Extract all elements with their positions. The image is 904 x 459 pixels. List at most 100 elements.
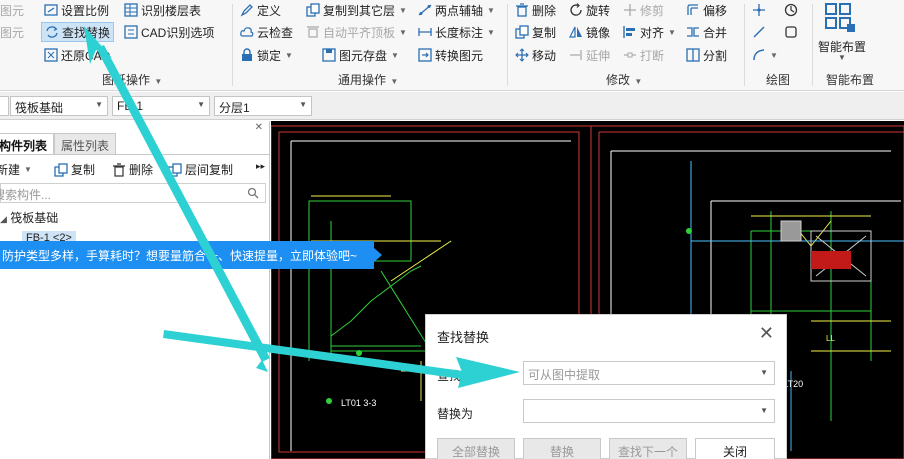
caret-down-icon: ◢ xyxy=(0,214,7,224)
component-select[interactable]: FB-1 ▼ xyxy=(112,96,210,116)
convert-icon xyxy=(418,48,432,62)
axis-icon xyxy=(418,3,432,17)
replace-all-button[interactable]: 全部替换 xyxy=(437,438,515,459)
component-search-input[interactable]: 搜索构件... xyxy=(0,183,266,203)
tree-node-raft-foundation[interactable]: ◢ 筏板基础 xyxy=(0,209,58,226)
two-point-axis-button[interactable]: 两点辅轴 ▼ xyxy=(418,0,495,20)
break-button[interactable]: 打断 xyxy=(623,45,664,65)
new-button[interactable]: 新建 ▼ xyxy=(0,161,32,178)
dropdown-arrow-icon: ▼ xyxy=(399,5,407,15)
close-button[interactable]: 关闭 xyxy=(695,438,775,459)
set-scale-button[interactable]: 设置比例 xyxy=(44,0,109,20)
draw-arc-button[interactable]: ▼ xyxy=(752,45,778,65)
cloud-check-button[interactable]: 云检查 xyxy=(240,22,293,42)
banner-pointer xyxy=(374,248,382,262)
promo-banner[interactable]: 防护类型多样，手算耗时？想要量筋合一、快速提量，立即体验吧~ xyxy=(0,241,374,269)
copy-icon xyxy=(515,25,529,39)
split-button[interactable]: 分割 xyxy=(686,45,727,65)
draw-rotate-point-button[interactable] xyxy=(784,0,798,20)
copy-button[interactable]: 复制 xyxy=(515,22,556,42)
move-button[interactable]: 移动 xyxy=(515,45,556,65)
break-icon xyxy=(623,48,637,62)
element-button-mid[interactable]: 图元 xyxy=(0,22,24,42)
cad-options-icon xyxy=(124,25,138,39)
copy-between-floors-button[interactable]: 层间复制 xyxy=(168,161,233,178)
restore-cad-icon xyxy=(44,48,58,62)
length-dim-icon xyxy=(418,25,432,39)
layer-select[interactable]: 分层1 ▼ xyxy=(214,96,312,116)
merge-button[interactable]: 合并 xyxy=(686,22,727,42)
rotate-button[interactable]: 旋转 xyxy=(569,0,610,20)
auto-align-top-button[interactable]: 自动平齐顶板 ▼ xyxy=(306,22,407,42)
chevron-down-icon: ▼ xyxy=(95,100,103,109)
find-label: 查找内容 xyxy=(437,369,486,383)
delete-component-button[interactable]: 删除 xyxy=(112,161,153,178)
ribbon: 图元 设置比例 识别楼层表 定义 复制到其它层 ▼ 两点辅轴 ▼ 删除 旋转 修剪 … xyxy=(0,0,904,91)
draw-line-button[interactable] xyxy=(752,22,766,42)
find-next-button[interactable]: 查找下一个 xyxy=(609,438,687,459)
cad-label-ll: LL xyxy=(826,334,835,343)
tab-component-list[interactable]: 构件列表 xyxy=(0,133,55,155)
convert-element-button[interactable]: 转换图元 xyxy=(418,45,483,65)
mirror-button[interactable]: 镜像 xyxy=(569,22,610,42)
find-input[interactable]: 可从图中提取 ▼ xyxy=(523,361,775,385)
define-button[interactable]: 定义 xyxy=(240,0,281,20)
offset-button[interactable]: 偏移 xyxy=(686,0,727,20)
length-dimension-button[interactable]: 长度标注 ▼ xyxy=(418,22,495,42)
align-button[interactable]: 对齐 ▼ xyxy=(623,22,676,42)
delete-icon xyxy=(515,3,529,17)
save-element-button[interactable]: 图元存盘 ▼ xyxy=(322,45,399,65)
lock-button[interactable]: 锁定 ▼ xyxy=(240,45,293,65)
close-icon[interactable]: ✕ xyxy=(759,323,774,344)
copy-component-button[interactable]: 复制 xyxy=(54,161,95,178)
copy-to-other-layer-button[interactable]: 复制到其它层 ▼ xyxy=(306,0,407,20)
split-icon xyxy=(686,48,700,62)
search-icon[interactable] xyxy=(247,187,259,202)
more-tools-icon[interactable]: ▸▸ xyxy=(256,161,265,172)
rotate-icon xyxy=(569,3,583,17)
replace-label: 替换为 xyxy=(437,407,474,421)
rectangle-icon xyxy=(784,25,798,39)
replace-input[interactable]: ▼ xyxy=(523,399,775,423)
identify-floor-table-button[interactable]: 识别楼层表 xyxy=(124,0,201,20)
cad-options-button[interactable]: CAD识别选项 xyxy=(124,22,214,42)
define-icon xyxy=(240,3,254,17)
find-replace-button[interactable]: 查找替换 xyxy=(41,22,115,42)
lock-icon xyxy=(240,48,254,62)
dropdown-arrow-icon: ▼ xyxy=(399,27,407,37)
group-separator xyxy=(507,4,508,86)
delete-button[interactable]: 删除 xyxy=(515,0,556,20)
chevron-down-icon[interactable]: ▼ xyxy=(760,406,768,415)
draw-point-button[interactable] xyxy=(752,0,766,20)
trim-button[interactable]: 修剪 xyxy=(623,0,664,20)
dropdown-arrow-icon: ▼ xyxy=(391,50,399,60)
crosshair-icon xyxy=(752,3,766,17)
category-select[interactable]: 筏板基础 ▼ xyxy=(10,96,108,116)
chevron-down-icon[interactable]: ▼ xyxy=(760,368,768,377)
selector-bar: 筏板基础 ▼ FB-1 ▼ 分层1 ▼ xyxy=(0,92,904,120)
find-replace-icon xyxy=(45,25,59,39)
trash-icon xyxy=(112,162,126,177)
extend-button[interactable]: 延伸 xyxy=(569,45,610,65)
cloud-check-icon xyxy=(240,25,254,39)
offset-icon xyxy=(686,3,700,17)
copy-layer-icon xyxy=(306,3,320,17)
dropdown-arrow-icon: ▼ xyxy=(487,5,495,15)
align-icon xyxy=(623,25,637,39)
divider xyxy=(0,154,270,155)
group-separator xyxy=(232,4,233,86)
element-button-top[interactable]: 图元 xyxy=(0,0,24,20)
tab-property-list[interactable]: 属性列表 xyxy=(54,133,117,155)
close-icon[interactable]: ✕ xyxy=(255,122,263,133)
selector-stub xyxy=(0,96,9,116)
restore-cad-button[interactable]: 还原CAD xyxy=(44,45,110,65)
line-icon xyxy=(752,25,766,39)
group-label-element-ops: 图纸操作 ▼ xyxy=(102,73,163,87)
dropdown-arrow-icon: ▼ xyxy=(770,50,778,60)
replace-button[interactable]: 替换 xyxy=(523,438,601,459)
find-replace-dialog: 查找替换 ✕ 查找内容 可从图中提取 ▼ 替换为 ▼ 全部替换 替换 查找下一个 … xyxy=(425,314,787,459)
dropdown-arrow-icon: ▼ xyxy=(668,27,676,37)
component-panel: ✕ 构件列表 属性列表 新建▼ 复制 删除 层间复制 ▸▸ 搜索构件... ◢ … xyxy=(0,121,270,459)
smart-layout-icon[interactable] xyxy=(822,2,866,36)
draw-rect-button[interactable] xyxy=(784,22,798,42)
